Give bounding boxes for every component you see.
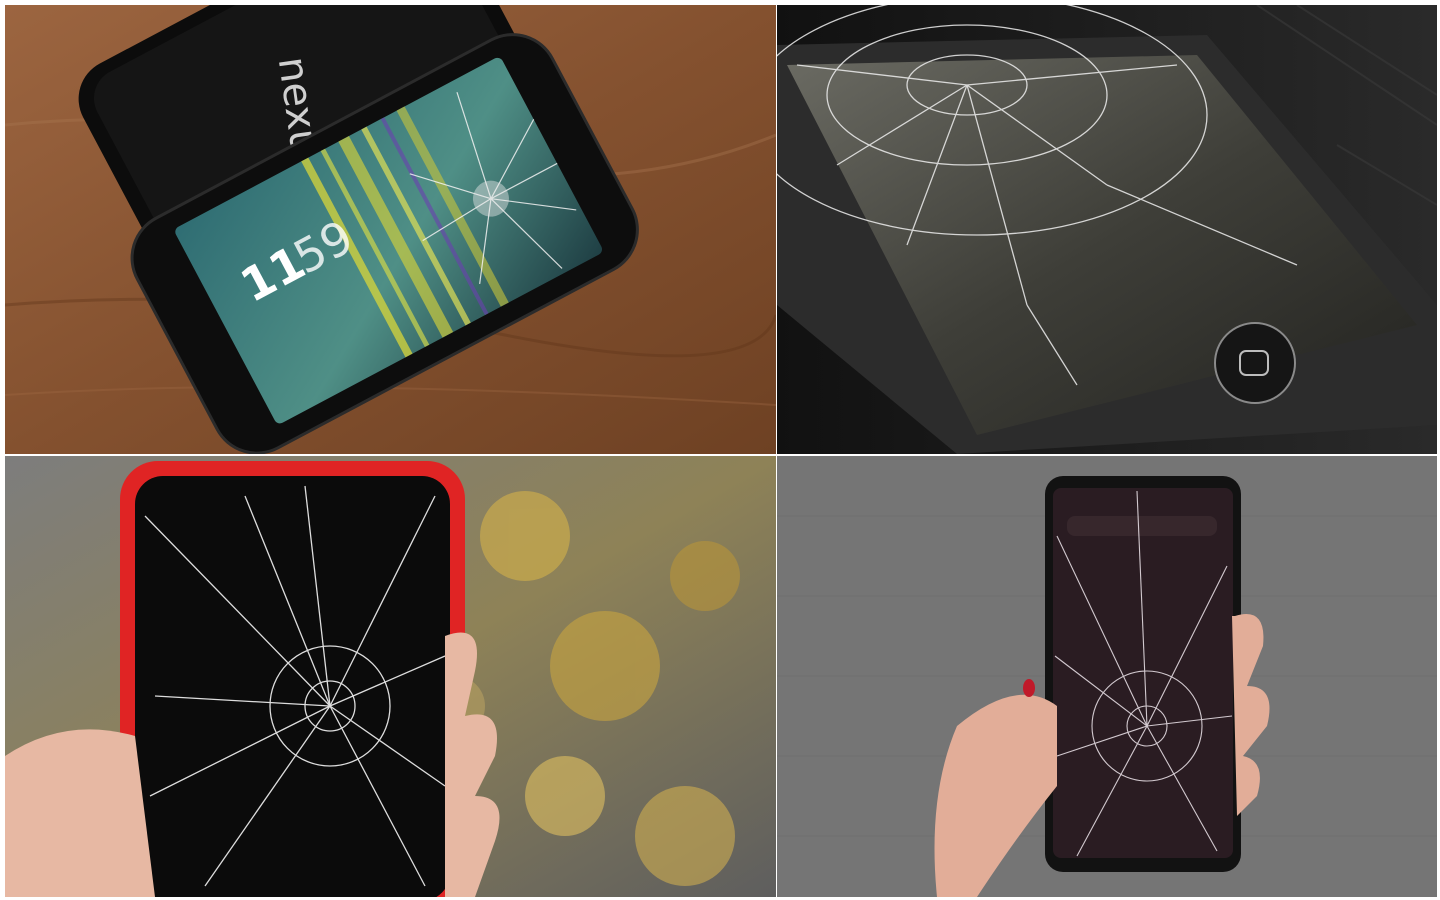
hand-left	[5, 729, 155, 897]
cracked-screen	[1053, 488, 1233, 858]
photo-panel-red-case-phone	[5, 456, 776, 897]
iphone-scene	[777, 5, 1437, 454]
photo-panel-nexus-phone: nexus 11 59	[5, 5, 776, 454]
home-button	[1214, 322, 1296, 404]
photo-panel-black-phone	[777, 456, 1437, 897]
photo-panel-iphone	[777, 5, 1437, 454]
red-nail	[1023, 679, 1035, 697]
black-screen	[135, 476, 450, 897]
nexus-phone-scene: nexus 11 59	[5, 5, 776, 454]
black-phone-scene	[777, 456, 1437, 897]
red-case-scene	[5, 456, 776, 897]
photo-collage: nexus 11 59	[0, 0, 1440, 900]
